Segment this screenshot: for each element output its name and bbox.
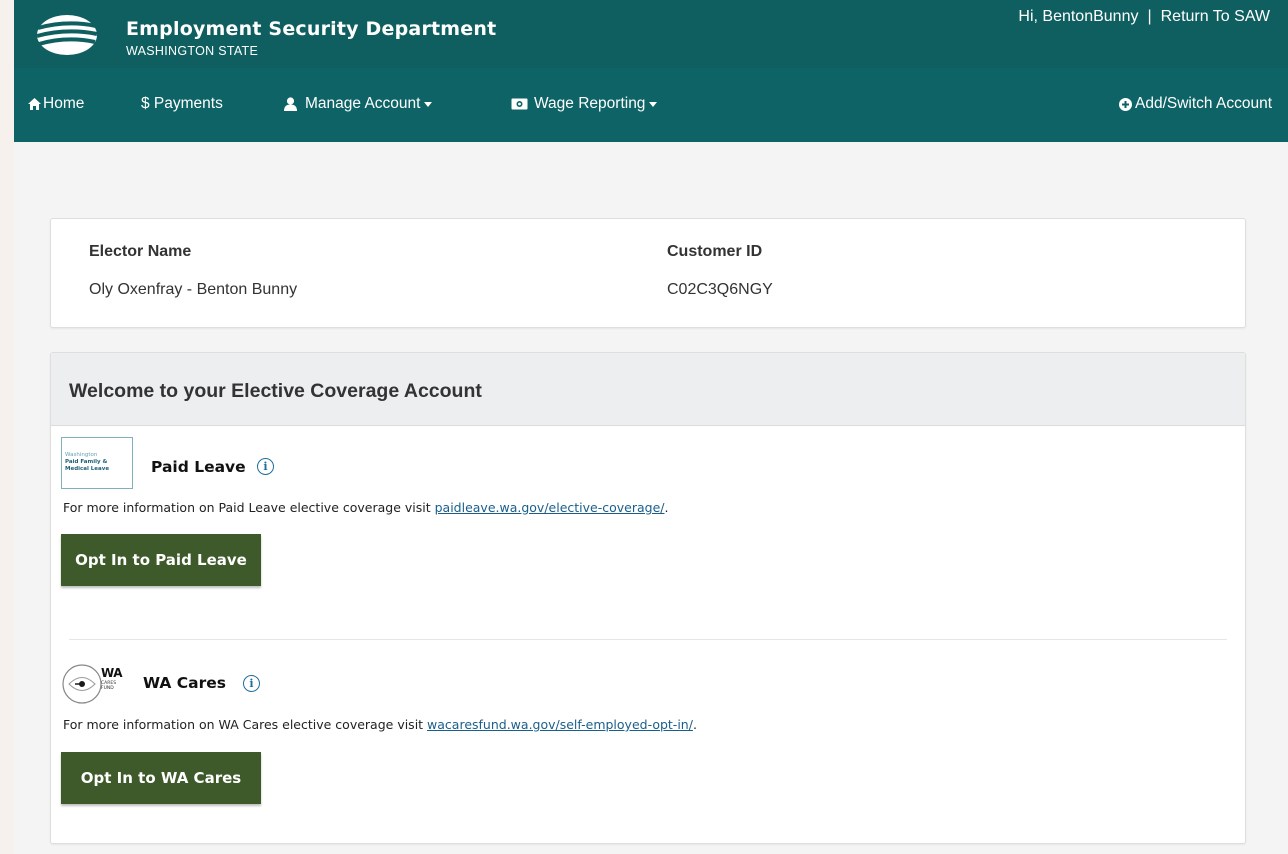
esd-logo-icon[interactable] [36, 14, 98, 56]
elector-info-card: Elector Name Oly Oxenfray - Benton Bunny… [50, 218, 1246, 328]
brand-subtitle: WASHINGTON STATE [126, 44, 259, 58]
paid-leave-desc-suffix: . [664, 500, 669, 515]
customer-id-value: C02C3Q6NGY [667, 281, 773, 298]
nav-manage-account-label: Manage Account [305, 95, 421, 112]
nav-payments[interactable]: $ Payments [141, 95, 223, 113]
app-window: Employment Security Department WASHINGTO… [14, 0, 1288, 854]
nav-home[interactable]: Home [28, 95, 84, 113]
main-nav: Home $ Payments Manage Account Wage Repo… [14, 68, 1288, 142]
elective-coverage-panel: Welcome to your Elective Coverage Accoun… [50, 352, 1246, 844]
site-header: Employment Security Department WASHINGTO… [14, 0, 1288, 68]
wa-cares-info-icon[interactable]: i [243, 675, 260, 692]
wa-cares-link[interactable]: wacaresfund.wa.gov/self-employed-opt-in/ [427, 717, 693, 732]
paid-leave-desc-prefix: For more information on Paid Leave elect… [63, 500, 435, 515]
paid-leave-logo: Washington Paid Family & Medical Leave [61, 437, 133, 489]
chevron-down-icon [649, 101, 658, 107]
paid-leave-description: For more information on Paid Leave elect… [63, 500, 668, 515]
user-area: Hi, BentonBunny | Return To SAW [1018, 8, 1270, 26]
wa-cares-desc-prefix: For more information on WA Cares electiv… [63, 717, 428, 732]
nav-payments-label: $ Payments [141, 95, 223, 112]
nav-manage-account[interactable]: Manage Account [284, 95, 433, 113]
wa-cares-desc-suffix: . [692, 717, 697, 732]
wa-cares-description: For more information on WA Cares electiv… [63, 717, 697, 732]
customer-id-label: Customer ID [667, 243, 763, 260]
return-to-saw-link[interactable]: Return To SAW [1161, 8, 1270, 25]
nav-add-switch-label: Add/Switch Account [1135, 95, 1272, 112]
paid-leave-info-icon[interactable]: i [257, 458, 274, 475]
opt-in-paid-leave-button[interactable]: Opt In to Paid Leave [61, 534, 261, 586]
paid-leave-logo-line3: Medical Leave [65, 466, 110, 472]
paid-leave-logo-line1: Washington [65, 452, 98, 458]
wa-cares-logo-subtext: CARES FUND [101, 681, 117, 691]
wa-cares-title: WA Cares [143, 674, 227, 692]
nav-wage-reporting-label: Wage Reporting [534, 95, 646, 112]
header-separator: | [1147, 8, 1152, 25]
paid-leave-title: Paid Leave [151, 458, 246, 476]
plus-circle-icon [1119, 97, 1132, 111]
opt-in-wa-cares-button[interactable]: Opt In to WA Cares [61, 752, 261, 804]
home-icon [28, 98, 41, 110]
paid-leave-link[interactable]: paidleave.wa.gov/elective-coverage/ [435, 500, 665, 515]
user-icon [284, 97, 297, 111]
nav-add-switch-account[interactable]: Add/Switch Account [1119, 95, 1272, 113]
elector-name-value: Oly Oxenfray - Benton Bunny [89, 281, 298, 298]
panel-header: Welcome to your Elective Coverage Accoun… [51, 353, 1245, 426]
elector-name-label: Elector Name [89, 243, 192, 260]
money-icon [511, 98, 528, 110]
user-greeting: Hi, BentonBunny [1018, 8, 1139, 25]
panel-title: Welcome to your Elective Coverage Accoun… [69, 380, 482, 402]
section-divider [69, 639, 1227, 640]
wa-cares-logo-text: WA [101, 666, 122, 680]
brand-title: Employment Security Department [126, 18, 497, 40]
nav-home-label: Home [43, 95, 85, 112]
nav-wage-reporting[interactable]: Wage Reporting [511, 95, 658, 113]
paid-leave-logo-line2: Paid Family & [65, 459, 108, 465]
chevron-down-icon [424, 101, 433, 107]
